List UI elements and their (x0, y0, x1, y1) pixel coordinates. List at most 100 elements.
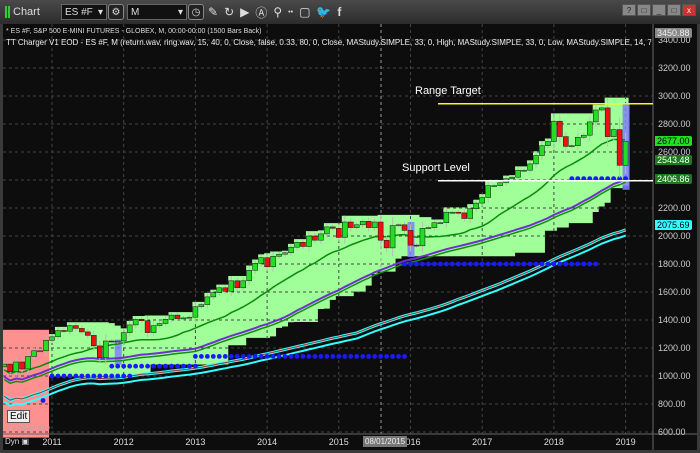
candle-body (587, 121, 593, 136)
signal-dot (461, 261, 467, 267)
candle-body (37, 350, 43, 353)
x-tick-label: 2013 (185, 437, 206, 447)
candle-body (126, 324, 133, 333)
restore-button[interactable]: □ (637, 4, 651, 16)
candle-body (527, 163, 533, 171)
x-tick-label: 2017 (472, 437, 493, 447)
candle-body (485, 185, 491, 198)
candle-body (342, 221, 348, 238)
candle-body (43, 340, 49, 352)
signal-dot (372, 354, 378, 359)
signal-dot (157, 363, 162, 369)
copyright: © eSignal, 2019 (7, 426, 50, 432)
signal-dot (91, 373, 97, 379)
signal-dot (318, 354, 324, 359)
signal-dot (557, 261, 563, 267)
candle-body (162, 319, 169, 324)
candle-body (533, 155, 539, 165)
comment-icon[interactable]: ▢ (299, 5, 310, 19)
signal-dot (109, 363, 115, 369)
pencil-icon[interactable]: ✎ (208, 5, 218, 19)
candle-body (204, 296, 211, 305)
signal-dot (569, 261, 575, 267)
candle-body (389, 225, 396, 249)
minimize-button[interactable]: _ (652, 4, 666, 16)
candle-body (246, 270, 252, 282)
study-header: TT Charger V1 EOD - ES #F, M (return.wav… (6, 38, 651, 47)
y-tick-label: 2200.00 (658, 203, 691, 213)
symbol-input[interactable]: ES #F ▾ (61, 4, 107, 20)
dyn-toggle[interactable]: Dyn ▣ (5, 437, 29, 446)
facebook-icon[interactable]: f (337, 5, 341, 19)
candle-body (336, 228, 342, 238)
edit-button[interactable]: Edit (7, 410, 31, 423)
candle-body (622, 140, 629, 166)
candle-body (234, 280, 240, 289)
candle-body (264, 257, 270, 268)
candle-body (551, 120, 557, 142)
signal-dot (414, 261, 419, 267)
candle-body (282, 252, 288, 255)
signal-dot (264, 354, 270, 359)
signal-dot (581, 261, 587, 267)
candle-body (144, 320, 151, 333)
signal-dot (163, 363, 168, 369)
dyn-label: Dyn (5, 437, 20, 446)
twitter-icon[interactable]: 🐦 (316, 5, 331, 19)
candle-body (521, 169, 527, 172)
candle-body (443, 211, 450, 223)
cursor-date: 08/01/2015 (363, 436, 408, 447)
candle-body (270, 256, 276, 268)
signal-dot (575, 261, 581, 267)
candle-body (138, 319, 145, 321)
price-label: 2677.00 (655, 136, 692, 147)
candle-body (258, 257, 264, 264)
candle-body (222, 287, 229, 292)
signal-dot (181, 363, 186, 369)
link-icon[interactable]: ⚲ (273, 5, 282, 19)
candle-body (545, 141, 551, 146)
annotation-label: Support Level (402, 161, 470, 174)
help-button[interactable]: ? (622, 4, 636, 16)
signal-dot (175, 363, 180, 369)
price-plot[interactable] (3, 24, 697, 450)
candle-body (31, 350, 37, 357)
candle-body (365, 221, 372, 228)
signal-dot (426, 261, 431, 267)
signal-dot (49, 373, 55, 379)
candle-body (91, 335, 97, 347)
alert-icon[interactable]: Ⓐ (255, 4, 267, 21)
dots-icon[interactable]: •• (288, 9, 293, 16)
y-tick-label: 3000.00 (658, 91, 691, 101)
maximize-button[interactable]: □ (667, 4, 681, 16)
candle-body (377, 221, 384, 241)
signal-dot (479, 261, 485, 267)
signal-dot (354, 354, 360, 359)
signal-dot (246, 354, 252, 359)
candle-body (425, 227, 432, 229)
symbol-search-icon[interactable]: ⚙ (108, 4, 124, 20)
play-icon[interactable]: ▶ (240, 5, 249, 19)
refresh-icon[interactable]: ↻ (224, 5, 234, 19)
signal-dot (252, 354, 258, 359)
candle-body (97, 345, 103, 359)
signal-dot (145, 363, 151, 369)
candle-body (491, 185, 497, 187)
close-button[interactable]: x (682, 4, 696, 16)
y-tick-label: 1600.00 (658, 287, 691, 297)
candle-body (7, 363, 13, 373)
y-tick-label: 800.00 (658, 399, 686, 409)
signal-dot (61, 373, 67, 379)
candle-body (407, 230, 414, 246)
y-tick-label: 2000.00 (658, 231, 691, 241)
interval-select[interactable]: M ▾ (127, 4, 187, 20)
candle-body (168, 314, 175, 320)
chart-area[interactable]: * ES #F, S&P 500 E-MINI FUTURES - GLOBEX… (3, 24, 697, 450)
clock-icon[interactable]: ◷ (188, 4, 204, 20)
signal-dot (139, 363, 145, 369)
candle-body (473, 202, 479, 209)
candle-body (497, 182, 503, 186)
window-titlebar: Chart ES #F ▾ ⚙ M ▾ ◷ ✎ ↻ ▶ Ⓐ ⚲ •• ▢ 🐦 f ?… (0, 0, 700, 24)
candle-body (509, 176, 515, 179)
candle-body (150, 325, 157, 333)
